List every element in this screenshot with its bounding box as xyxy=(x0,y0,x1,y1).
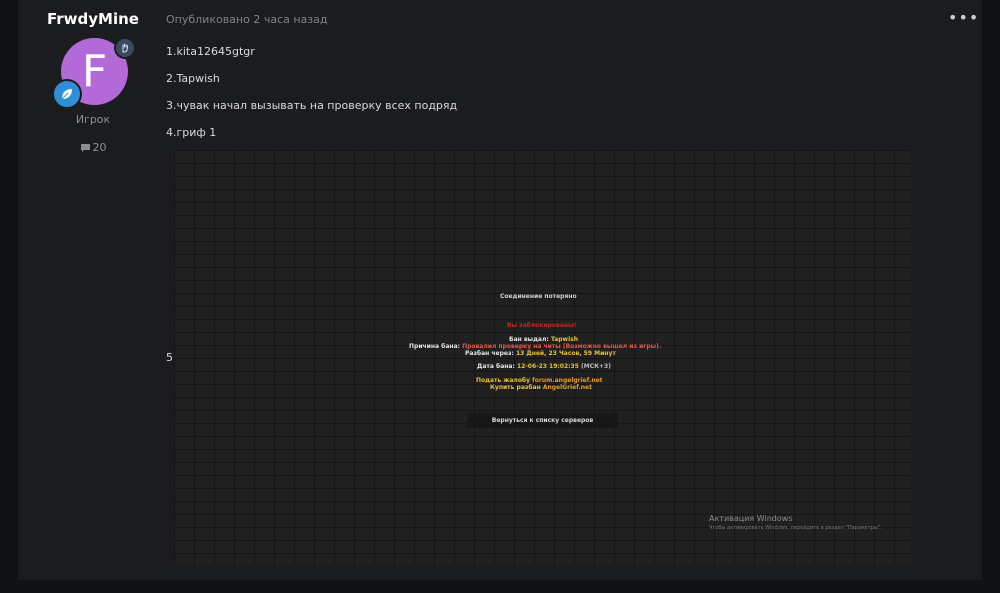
unban-value: 13 Дней, 23 Часов, 59 Минут xyxy=(515,350,616,357)
windows-activation-subtitle: Чтобы активировать Windows, перейдите в … xyxy=(709,525,882,531)
reason-row: Причина бана: Провалил проверку на читы … xyxy=(409,343,661,350)
banned-by-value: Tapwish xyxy=(550,336,578,343)
post-line-1: 1.kita12645gtgr xyxy=(166,45,255,58)
back-to-servers-button: Вернуться к списку серверов xyxy=(467,413,618,428)
more-options-icon[interactable]: ••• xyxy=(948,8,979,27)
post-count: 20 xyxy=(18,141,168,154)
buy-link: AngelGrief.net xyxy=(542,384,592,391)
complaint-label: Подать жалобу xyxy=(476,377,531,384)
post-timestamp[interactable]: Опубликовано 2 часа назад xyxy=(166,13,328,26)
author-role: Игрок xyxy=(75,113,111,126)
date-row: Дата бана: 12-06-23 19:02:35 (МСК+3) xyxy=(477,363,611,370)
hand-icon xyxy=(114,37,136,59)
reason-label: Причина бана: xyxy=(409,343,460,350)
banned-by-row: Бан выдал: Tapwish xyxy=(509,336,578,343)
unban-row: Разбан через: 13 Дней, 23 Часов, 59 Мину… xyxy=(465,350,616,357)
post-count-value: 20 xyxy=(92,141,107,154)
reason-value: Провалил проверку на читы (Возможно выше… xyxy=(462,343,662,350)
buy-row: Купить разбан AngelGrief.net xyxy=(490,384,592,391)
disconnect-title: Соединение потеряно xyxy=(500,293,577,300)
author-panel: FrwdyMine F Игрок 20 xyxy=(18,0,168,580)
complaint-row: Подать жалобу forum.angelgrief.net xyxy=(476,377,603,384)
attached-screenshot[interactable]: Соединение потеряно Вы заблокированы! Ба… xyxy=(174,150,911,565)
comment-icon xyxy=(80,144,90,152)
buy-label: Купить разбан xyxy=(490,384,541,391)
unban-label: Разбан через: xyxy=(465,350,514,357)
post-line-2: 2.Tapwish xyxy=(166,72,220,85)
post-line-4: 4.гриф 1 xyxy=(166,126,217,139)
banned-by-label: Бан выдал: xyxy=(509,336,549,343)
leaf-icon xyxy=(52,79,82,109)
date-value: 12-06-23 19:02:35 xyxy=(516,363,579,370)
post-line-3: 3.чувак начал вызывать на проверку всех … xyxy=(166,99,458,112)
forum-post: FrwdyMine F Игрок 20 Опубликовано 2 часа… xyxy=(18,0,982,580)
author-name[interactable]: FrwdyMine xyxy=(18,10,168,28)
date-tz: (МСК+3) xyxy=(581,363,611,370)
banned-message: Вы заблокированы! xyxy=(507,322,577,329)
complaint-link: forum.angelgrief.net xyxy=(532,377,603,384)
date-label: Дата бана: xyxy=(477,363,515,370)
windows-activation-title: Активация Windows xyxy=(709,514,793,523)
